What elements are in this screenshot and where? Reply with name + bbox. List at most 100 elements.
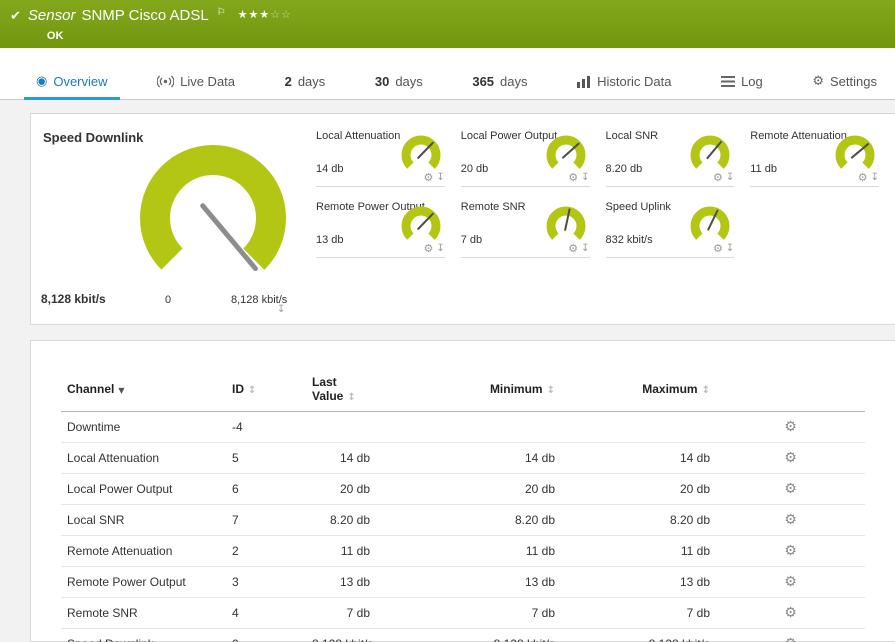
tab-365-days[interactable]: 365 days [466,64,533,99]
col-header-minimum[interactable]: Minimum ↕ [376,367,561,412]
settings-gear-icon: ⚙ [812,74,824,89]
pin-icon[interactable]: ↧ [726,172,734,183]
tab-label-number: 365 [472,74,495,89]
mini-gauge-value: 8.20 db [605,163,643,175]
channel-maximum: 7 db [561,597,716,629]
tab-2-days[interactable]: 2 days [279,64,332,99]
mini-gauges-grid: Local Attenuation 14 db ⚙ ↧ Local Power … [316,128,879,258]
pin-icon[interactable]: ↧ [581,243,589,254]
channel-id: 5 [226,442,306,474]
sensor-title: SNMP Cisco ADSL [81,7,209,24]
channel-maximum: 13 db [561,566,716,598]
channel-maximum [561,411,716,443]
pin-icon[interactable]: ↧ [871,172,879,183]
channel-maximum: 8.20 db [561,504,716,536]
mini-gauge-footer: ⚙ ↧ [423,242,444,255]
mini-gauge-cell: Local Attenuation 14 db ⚙ ↧ [316,128,445,187]
channel-id: 7 [226,504,306,536]
flag-icon[interactable]: ⚐ [217,4,226,21]
channel-id: 6 [226,473,306,505]
col-header-channel[interactable]: Channel ▼ [61,367,226,412]
channel-settings-icon[interactable]: ⚙ [784,574,797,590]
tab-label-number: 2 [284,74,292,89]
channel-last-value: 13 db [306,566,376,598]
content-area: Speed Downlink 8,128 kbit/s 0 8,128 kbit… [0,100,895,642]
channel-settings-icon[interactable]: ⚙ [784,419,797,435]
channel-name: Speed Downlink [61,628,226,642]
tab-label: Settings [829,74,877,89]
channel-settings-icon[interactable]: ⚙ [784,636,797,642]
channel-settings-icon[interactable]: ⚙ [784,605,797,621]
channel-maximum: 8,128 kbit/s [561,628,716,642]
channel-last-value: 14 db [306,442,376,474]
mini-gauge-cell: Remote SNR 7 db ⚙ ↧ [460,199,590,258]
mini-gauge-footer: ⚙ ↧ [713,242,734,255]
tab-label: days [500,74,528,89]
gear-icon[interactable]: ⚙ [713,171,723,184]
status-ok-check-icon: ✔ [10,9,21,24]
channel-settings-icon[interactable]: ⚙ [784,512,797,528]
table-row: Remote Power Output 3 13 db 13 db 13 db … [61,566,865,598]
table-row: Local Attenuation 5 14 db 14 db 14 db ⚙ [61,442,865,474]
gear-icon[interactable]: ⚙ [713,242,723,255]
mini-gauge-footer: ⚙ ↧ [423,171,444,184]
mini-gauge-footer: ⚙ ↧ [858,171,879,184]
sort-icon: ↕ [248,385,257,396]
main-gauge-title: Speed Downlink [43,130,144,145]
channel-id: 2 [226,535,306,567]
pin-icon[interactable]: ↧ [436,243,444,254]
col-header-label: Channel [67,382,115,396]
tab-historic-data[interactable]: Historic Data [571,64,677,99]
channel-minimum [376,411,561,443]
table-row: Downtime -4 ⚙ [61,411,865,443]
live-data-icon [157,75,175,88]
channel-minimum: 13 db [376,566,561,598]
col-header-id[interactable]: ID ↕ [226,367,306,412]
channel-settings-icon[interactable]: ⚙ [784,481,797,497]
table-row: Local SNR 7 8.20 db 8.20 db 8.20 db ⚙ [61,504,865,536]
main-gauge-scale-min: 0 [165,294,172,306]
tab-label: days [395,74,423,89]
tab-log[interactable]: Log [715,64,769,99]
sensor-header: ✔ Sensor SNMP Cisco ADSL ⚐ ★★★☆☆ OK [0,0,895,48]
channel-settings-icon[interactable]: ⚙ [784,450,797,466]
channel-name: Downtime [61,411,226,443]
mini-gauge-value: 20 db [460,163,489,175]
sort-icon: ↕ [546,385,555,396]
gear-icon[interactable]: ⚙ [423,171,433,184]
status-badge: OK [46,30,64,42]
table-row: Speed Downlink 0 8,128 kbit/s 8,128 kbit… [61,628,865,642]
sort-icon: ↕ [701,385,710,396]
gear-icon[interactable]: ⚙ [423,242,433,255]
pin-icon[interactable]: ↧ [436,172,444,183]
pin-icon[interactable]: ↧ [726,243,734,254]
priority-stars[interactable]: ★★★☆☆ [238,6,292,23]
tab-live-data[interactable]: Live Data [151,64,241,99]
col-header-actions [716,367,865,412]
mini-gauge-footer: ⚙ ↧ [568,171,589,184]
channel-settings-icon[interactable]: ⚙ [784,543,797,559]
tab-overview[interactable]: ◉ Overview [24,64,120,100]
gear-icon[interactable]: ⚙ [858,171,868,184]
channel-maximum: 11 db [561,535,716,567]
table-header-row: Channel ▼ ID ↕ Last Value ↕ Minimum ↕ Maximu… [61,367,865,412]
tab-30-days[interactable]: 30 days [369,64,429,99]
channel-maximum: 20 db [561,473,716,505]
channel-id: 0 [226,628,306,642]
col-header-maximum[interactable]: Maximum ↕ [561,367,716,412]
channel-name: Remote SNR [61,597,226,629]
tab-settings[interactable]: ⚙ Settings [806,64,883,99]
mini-gauge-value: 11 db [750,163,777,175]
table-row: Remote Attenuation 2 11 db 11 db 11 db ⚙ [61,535,865,567]
tab-label: Log [741,74,763,89]
col-header-last-value[interactable]: Last Value ↕ [306,367,376,412]
pin-icon[interactable]: ↧ [581,172,589,183]
pin-icon[interactable]: ↧ [277,304,285,315]
gear-icon[interactable]: ⚙ [568,242,578,255]
channel-minimum: 7 db [376,597,561,629]
channel-id: 4 [226,597,306,629]
col-header-label: ID [232,382,244,396]
tab-label: days [297,74,326,89]
mini-gauge-footer: ⚙ ↧ [568,242,589,255]
gear-icon[interactable]: ⚙ [568,171,578,184]
